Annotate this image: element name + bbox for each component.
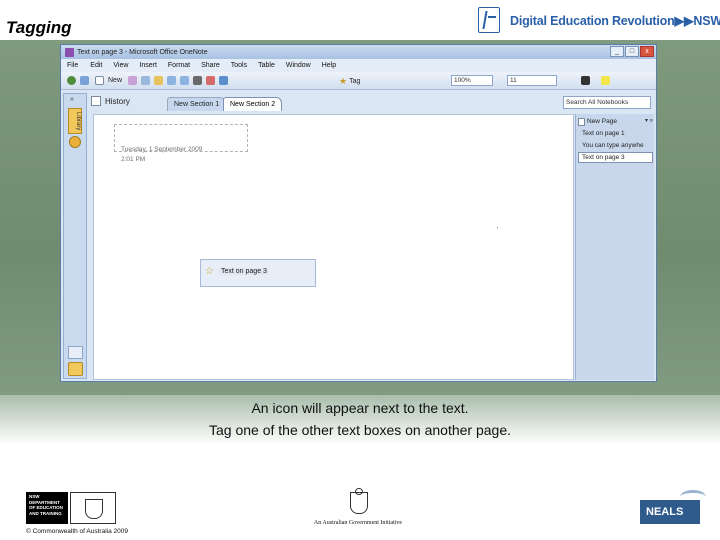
notebook-icon[interactable] — [69, 136, 81, 148]
menu-format[interactable]: Format — [168, 62, 190, 69]
slide-caption: An icon will appear next to the text. Ta… — [0, 397, 720, 441]
notebook-tab[interactable]: Library — [68, 108, 82, 134]
paste-icon[interactable] — [154, 76, 164, 85]
tab-new-section-2[interactable]: New Section 2 — [223, 97, 283, 111]
caption-line-2: Tag one of the other text boxes on anoth… — [209, 422, 511, 438]
highlight-icon[interactable] — [601, 76, 610, 85]
note-text[interactable]: Text on page 3 — [219, 268, 269, 275]
maximize-button[interactable]: □ — [625, 46, 639, 57]
copyright: © Commonwealth of Australia 2009 — [26, 528, 128, 535]
font-size-select[interactable]: 11 — [507, 75, 557, 86]
all-notebooks-icon[interactable] — [68, 362, 83, 376]
nsw-crest-icon — [70, 492, 116, 524]
banner-text: Digital Education Revolution▶▶NSW — [510, 13, 720, 28]
page-canvas[interactable]: Tuesday, 1 September 2009 2:01 PM ☆ Text… — [93, 114, 574, 380]
window-title: Text on page 3 - Microsoft Office OneNot… — [77, 48, 208, 56]
copy-icon[interactable] — [141, 76, 151, 85]
unfiled-notes-icon[interactable] — [68, 346, 83, 359]
pen-icon[interactable] — [193, 76, 203, 85]
cut-icon[interactable] — [128, 76, 138, 85]
page-tab-2[interactable]: You can type anywhe — [578, 140, 653, 151]
search-input[interactable]: Search All Notebooks — [563, 96, 651, 109]
window-titlebar[interactable]: Text on page 3 - Microsoft Office OneNot… — [61, 45, 656, 59]
note-container[interactable]: ☆ Text on page 3 — [200, 259, 316, 287]
back-icon[interactable] — [67, 76, 76, 85]
history-tab[interactable]: History — [91, 96, 130, 106]
dept-logo-text: NSW DEPARTMENT OF EDUCATION AND TRAINING — [26, 492, 68, 524]
page-time: 2:01 PM — [121, 156, 146, 163]
app-icon — [65, 47, 74, 57]
star-icon: ★ — [339, 76, 348, 86]
tag-label: Tag — [349, 78, 361, 85]
new-page-label: New Page — [587, 118, 617, 125]
sync-icon[interactable] — [80, 76, 89, 85]
page-date: Tuesday, 1 September 2009 — [121, 146, 203, 153]
der-logo-icon — [478, 7, 500, 33]
minimize-button[interactable]: _ — [610, 46, 624, 57]
menu-edit[interactable]: Edit — [90, 62, 102, 69]
new-page-button[interactable]: New Page ▾ » — [578, 116, 653, 127]
menu-view[interactable]: View — [113, 62, 128, 69]
tag-button[interactable]: ★ Tag — [339, 76, 360, 87]
onenote-window: Text on page 3 - Microsoft Office OneNot… — [60, 44, 657, 382]
zoom-select[interactable]: 100% — [451, 75, 493, 86]
menu-help[interactable]: Help — [322, 62, 336, 69]
redo-icon[interactable] — [180, 76, 190, 85]
coat-of-arms-icon — [341, 488, 375, 516]
page-tab-3[interactable]: Text on page 3 — [578, 152, 653, 163]
eraser-icon[interactable] — [206, 76, 216, 85]
font-color-icon[interactable] — [581, 76, 590, 85]
menu-tools[interactable]: Tools — [231, 62, 247, 69]
der-banner: Digital Education Revolution▶▶NSW — [478, 6, 720, 34]
menu-share[interactable]: Share — [201, 62, 220, 69]
section-tabs: History New Section 1 New Section 2 Sear… — [89, 94, 655, 112]
new-button[interactable]: New — [95, 76, 122, 85]
tab-new-section-1[interactable]: New Section 1 — [167, 97, 227, 111]
new-page-icon — [95, 76, 104, 85]
menu-bar: File Edit View Insert Format Share Tools… — [61, 59, 656, 72]
slide-title: Tagging — [6, 18, 72, 37]
history-icon — [91, 96, 101, 106]
menu-file[interactable]: File — [67, 62, 78, 69]
new-page-icon — [578, 117, 585, 126]
menu-insert[interactable]: Insert — [139, 62, 157, 69]
page-tabs-panel: New Page ▾ » Text on page 1 You can type… — [575, 114, 654, 380]
navigation-bar: » Library — [63, 93, 87, 379]
new-label: New — [108, 77, 123, 84]
history-label: History — [105, 96, 130, 106]
dept-logo: NSW DEPARTMENT OF EDUCATION AND TRAINING — [26, 492, 116, 524]
gov-logo: An Australian Government Initiative — [306, 488, 410, 528]
star-icon: ☆ — [205, 266, 214, 277]
gov-text: An Australian Government Initiative — [313, 520, 403, 526]
cursor-dot — [497, 227, 498, 228]
neals-logo: NEALS — [640, 500, 700, 524]
close-button[interactable]: x — [640, 46, 654, 57]
menu-window[interactable]: Window — [286, 62, 311, 69]
chevron-down-icon[interactable]: ▾ » — [645, 116, 653, 127]
menu-table[interactable]: Table — [258, 62, 275, 69]
caption-line-1: An icon will appear next to the text. — [251, 400, 469, 416]
select-icon[interactable] — [219, 76, 229, 85]
toolbar: New ★ Tag 100% 11 — [61, 72, 656, 90]
page-tab-1[interactable]: Text on page 1 — [578, 128, 653, 139]
undo-icon[interactable] — [167, 76, 177, 85]
window-controls: _ □ x — [610, 46, 654, 57]
collapse-nav-icon[interactable]: » — [70, 96, 74, 103]
